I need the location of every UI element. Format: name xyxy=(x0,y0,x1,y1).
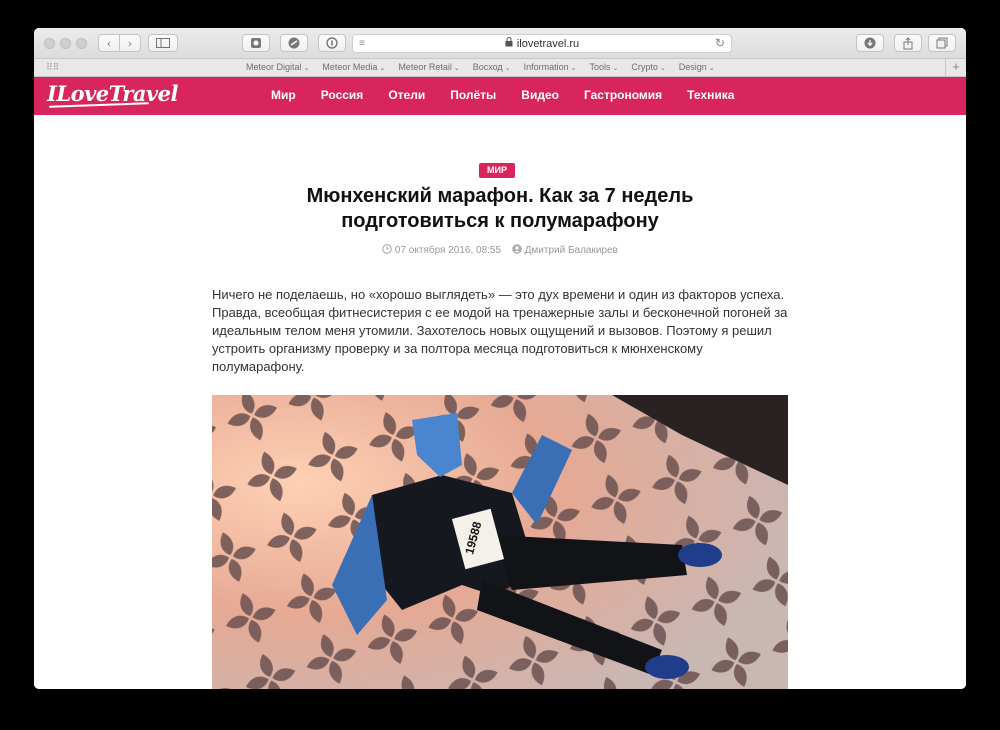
extension-button-2[interactable] xyxy=(280,34,308,52)
downloads-button[interactable] xyxy=(856,34,884,52)
article-lead: Ничего не поделаешь, но «хорошо выглядет… xyxy=(212,287,788,374)
bookmark-folder[interactable]: Tools ⌄ xyxy=(589,62,618,72)
extension-button-3[interactable] xyxy=(318,34,346,52)
chevron-down-icon: ⌄ xyxy=(570,65,577,72)
article-author: Дмитрий Балакирев xyxy=(524,245,618,256)
bookmark-label: Meteor Media xyxy=(322,62,378,72)
nav-item-hotels[interactable]: Отели xyxy=(388,88,425,102)
sidebar-button[interactable] xyxy=(148,34,178,52)
sidebar-icon xyxy=(156,38,170,48)
article-title-line: Мюнхенский марафон. Как за 7 недель xyxy=(306,185,694,207)
bookmark-folder[interactable]: Design ⌄ xyxy=(679,62,715,72)
article-title: Мюнхенский марафон. Как за 7 недель подг… xyxy=(210,184,790,234)
site-header: ILoveTravel Мир Россия Отели Полёты Виде… xyxy=(34,77,966,115)
nav-item-mir[interactable]: Мир xyxy=(271,88,296,102)
extension-button-1[interactable] xyxy=(242,34,270,52)
article-date-group: 07 октября 2016, 08:55 xyxy=(382,244,504,256)
article-meta: 07 октября 2016, 08:55 Дмитрий Балакирев xyxy=(210,244,790,256)
tabs-button[interactable] xyxy=(928,34,956,52)
bookmark-folder[interactable]: Meteor Retail ⌄ xyxy=(398,62,459,72)
bookmarks-bar: ⠿⠿ Meteor Digital ⌄ Meteor Media ⌄ Meteor … xyxy=(34,59,966,77)
chevron-down-icon: ⌄ xyxy=(303,65,310,72)
bookmark-label: Crypto xyxy=(631,62,658,72)
bookmark-label: Meteor Digital xyxy=(246,62,302,72)
bookmark-label: Design xyxy=(678,62,707,72)
info-icon xyxy=(326,37,338,49)
user-icon xyxy=(512,244,522,254)
nav-item-gastronomy[interactable]: Гастрономия xyxy=(584,88,662,102)
nav-item-video[interactable]: Видео xyxy=(521,88,559,102)
bookmark-folder[interactable]: Crypto ⌄ xyxy=(631,62,665,72)
lock-icon xyxy=(505,37,513,50)
runner-outfit-image: 19588 xyxy=(212,395,788,689)
chevron-left-icon: ‹ xyxy=(106,36,112,50)
site-logo[interactable]: ILoveTravel xyxy=(47,81,178,106)
minimize-window-button[interactable] xyxy=(60,38,71,49)
plus-icon: + xyxy=(952,59,960,74)
bookmark-label: Tools xyxy=(589,62,611,72)
url-text: ilovetravel.ru xyxy=(516,37,580,50)
bookmark-label: Meteor Retail xyxy=(398,62,452,72)
chevron-down-icon: ⌄ xyxy=(708,65,715,72)
disk-icon xyxy=(288,37,300,49)
reload-icon[interactable]: ↻ xyxy=(715,36,725,50)
bookmark-folder[interactable]: Meteor Media ⌄ xyxy=(322,62,385,72)
address-bar[interactable]: ≡ ilovetravel.ru ↻ xyxy=(352,34,732,53)
chevron-down-icon: ⌄ xyxy=(612,65,619,72)
clock-icon xyxy=(382,244,392,254)
article-title-line: подготовиться к полумарафону xyxy=(341,210,659,232)
grid-icon[interactable]: ⠿⠿ xyxy=(46,62,59,73)
browser-toolbar: ‹ › ≡ ilovetravel.ru ↻ xyxy=(34,28,966,59)
share-icon xyxy=(903,36,913,49)
chevron-down-icon: ⌄ xyxy=(659,65,666,72)
bookmark-folder[interactable]: Meteor Digital ⌄ xyxy=(246,62,309,72)
bookmarks-list: Meteor Digital ⌄ Meteor Media ⌄ Meteor Ret… xyxy=(246,62,728,72)
main-nav: Мир Россия Отели Полёты Видео Гастрономи… xyxy=(271,88,759,102)
chevron-down-icon: ⌄ xyxy=(453,65,460,72)
bookmark-label: Восход xyxy=(472,62,503,72)
bookmark-folder[interactable]: Information ⌄ xyxy=(524,62,577,72)
tabs-icon xyxy=(936,37,948,49)
nav-item-tech[interactable]: Техника xyxy=(687,88,734,102)
article: Мир Мюнхенский марафон. Как за 7 недель … xyxy=(34,115,966,689)
forward-button[interactable]: › xyxy=(119,34,141,52)
bookmark-folder[interactable]: Восход ⌄ xyxy=(473,62,511,72)
chevron-right-icon: › xyxy=(127,36,133,50)
download-icon xyxy=(864,37,876,49)
new-tab-button[interactable]: + xyxy=(945,59,966,76)
shield-icon xyxy=(251,38,261,48)
reader-icon[interactable]: ≡ xyxy=(359,38,365,49)
zoom-window-button[interactable] xyxy=(76,38,87,49)
browser-window: ‹ › ≡ ilovetravel.ru ↻ ⠿⠿ Meteor Digital… xyxy=(34,28,966,689)
article-photo: 19588 xyxy=(212,395,788,689)
nav-item-russia[interactable]: Россия xyxy=(321,88,364,102)
article-author-group[interactable]: Дмитрий Балакирев xyxy=(512,244,618,256)
article-date: 07 октября 2016, 08:55 xyxy=(394,245,502,256)
chevron-down-icon: ⌄ xyxy=(379,65,386,72)
back-button[interactable]: ‹ xyxy=(98,34,120,52)
close-window-button[interactable] xyxy=(44,38,55,49)
nav-item-flights[interactable]: Полёты xyxy=(450,88,496,102)
chevron-down-icon: ⌄ xyxy=(504,65,511,72)
category-badge[interactable]: Мир xyxy=(479,163,515,178)
share-button[interactable] xyxy=(894,34,922,52)
bookmark-label: Information xyxy=(523,62,569,72)
